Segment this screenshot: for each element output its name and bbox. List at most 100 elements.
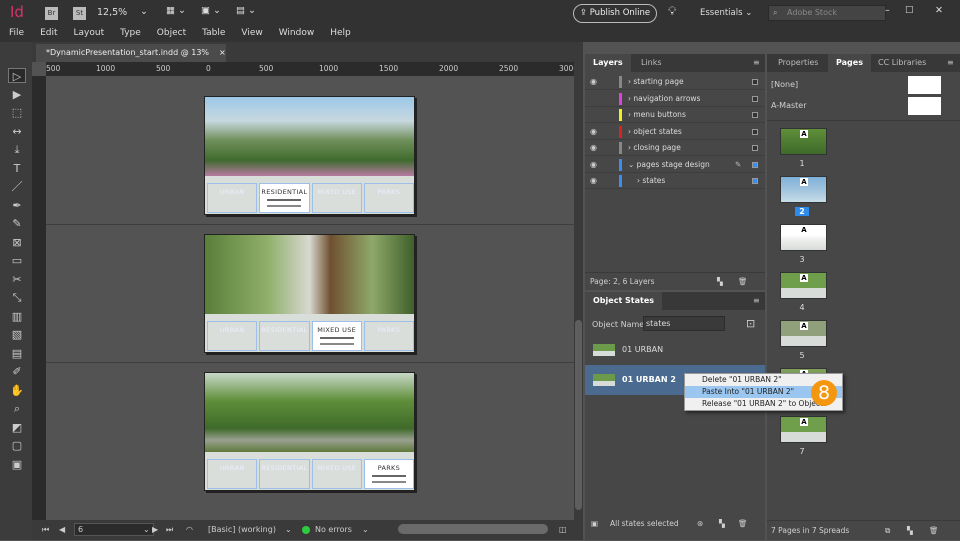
tab-links[interactable]: Links	[633, 54, 670, 72]
page-number[interactable]: 4	[795, 303, 809, 312]
page-tool-icon[interactable]: ⬚	[8, 105, 26, 120]
vertical-scroll-thumb[interactable]	[575, 320, 582, 510]
preview-spread-icon[interactable]: ▣	[591, 514, 598, 534]
chevron-down-icon[interactable]: ⌄	[628, 160, 637, 169]
page-number[interactable]: 5	[795, 351, 809, 360]
view-options-icon[interactable]: ▦ ⌄	[166, 5, 186, 16]
page-thumbnail[interactable]: A	[780, 128, 827, 155]
page-thumbnail[interactable]: A	[780, 224, 827, 251]
last-page-button[interactable]: ⏭	[166, 525, 173, 535]
first-page-button[interactable]: ⏮	[42, 525, 49, 535]
horizontal-scroll-thumb[interactable]	[398, 524, 548, 534]
publish-online-button[interactable]: ⇪ Publish Online	[573, 4, 657, 23]
eye-icon[interactable]: ◉	[590, 157, 597, 173]
menu-button-mixed-use[interactable]: MIXED USE	[311, 183, 362, 213]
gap-tool-icon[interactable]: ↔	[8, 124, 26, 139]
vertical-ruler[interactable]	[32, 76, 46, 520]
selection-tool-icon[interactable]: ▷	[8, 68, 26, 83]
line-tool-icon[interactable]: ／	[8, 179, 26, 194]
menu-button-mixed-use[interactable]: MIXED USE	[311, 459, 362, 489]
screen-mode-icon[interactable]: ▣ ⌄	[201, 5, 221, 16]
menu-button-mixed-use[interactable]: MIXED USE	[311, 321, 362, 351]
new-state-icon[interactable]: ⊛	[697, 514, 703, 534]
close-tab-icon[interactable]: ×	[219, 48, 226, 57]
hand-tool-icon[interactable]: ✋	[8, 383, 26, 398]
menu-window[interactable]: Window	[270, 26, 322, 42]
preflight-status[interactable]: No errors	[315, 525, 352, 534]
master-a-thumb[interactable]	[908, 97, 941, 115]
menu-object[interactable]: Object	[148, 26, 193, 42]
gradient-feather-tool-icon[interactable]: ▧	[8, 327, 26, 342]
tab-layers[interactable]: Layers	[585, 54, 631, 72]
next-page-button[interactable]: ▶	[152, 525, 158, 534]
page-thumbnail[interactable]: A	[780, 320, 827, 347]
tab-cc-libraries[interactable]: CC Libraries	[870, 54, 934, 72]
state-row[interactable]: 01 URBAN	[585, 335, 765, 365]
rectangle-frame-tool-icon[interactable]: ⊠	[8, 235, 26, 250]
rectangle-tool-icon[interactable]: ▭	[8, 253, 26, 268]
free-transform-tool-icon[interactable]: ⤡	[8, 290, 26, 305]
tab-object-states[interactable]: Object States	[585, 292, 663, 310]
panel-menu-icon[interactable]: ≡	[745, 292, 768, 310]
pen-tool-icon[interactable]: ✒	[8, 198, 26, 213]
layer-row[interactable]: ◉ › closing page	[585, 140, 765, 156]
type-tool-icon[interactable]: T	[8, 161, 26, 176]
screen-mode-tool-icon[interactable]: ▣	[8, 457, 26, 472]
adobe-stock-search[interactable]: ⌕ Adobe Stock	[768, 5, 886, 21]
page-number-field[interactable]: 6	[74, 523, 154, 536]
menu-table[interactable]: Table	[193, 26, 232, 42]
page-thumbnail[interactable]: A	[780, 416, 827, 443]
note-tool-icon[interactable]: ▤	[8, 346, 26, 361]
workspace-switcher[interactable]: Essentials ⌄	[700, 8, 752, 18]
style-dropdown-icon[interactable]: ⌄	[285, 525, 292, 534]
document-style[interactable]: [Basic] (working)	[208, 525, 276, 534]
document-tab[interactable]: *DynamicPresentation_start.indd @ 13% ×	[36, 44, 226, 62]
scissors-tool-icon[interactable]: ✂	[8, 272, 26, 287]
eyedropper-tool-icon[interactable]: ✐	[8, 364, 26, 379]
bridge-button[interactable]: Br	[45, 7, 58, 20]
layer-row[interactable]: ◉ › states	[585, 173, 765, 189]
selection-square[interactable]	[752, 161, 758, 168]
page-thumbnail[interactable]: A	[780, 272, 827, 299]
preview-icon[interactable]: ◠	[186, 525, 193, 534]
split-view-icon[interactable]: ◫	[559, 525, 567, 534]
edit-page-size-icon[interactable]: ⧉	[885, 521, 890, 541]
page-thumbnail[interactable]: A	[780, 176, 827, 203]
gradient-swatch-tool-icon[interactable]: ▥	[8, 309, 26, 324]
selection-square[interactable]	[752, 178, 758, 184]
master-none-thumb[interactable]	[908, 76, 941, 94]
menu-button-residential[interactable]: RESIDENTIAL	[259, 183, 310, 213]
selection-square[interactable]	[752, 112, 758, 118]
layer-row[interactable]: › navigation arrows	[585, 91, 765, 107]
trash-icon[interactable]: 🗑︎	[929, 521, 939, 541]
content-collector-tool-icon[interactable]: ⤓	[8, 142, 26, 157]
convert-to-object-icon[interactable]: ⊡	[746, 317, 755, 330]
direct-selection-tool-icon[interactable]: ▶	[8, 87, 26, 102]
fill-stroke-tool-icon[interactable]: ◩	[8, 420, 26, 435]
zoom-level[interactable]: 12,5%	[97, 7, 127, 18]
menu-button-residential[interactable]: RESIDENTIAL	[259, 321, 310, 351]
master-a[interactable]: A-Master	[771, 101, 807, 110]
trash-icon[interactable]: 🗑︎	[738, 273, 748, 291]
zoom-tool-icon[interactable]: ⌕	[8, 401, 26, 416]
selection-square[interactable]	[752, 128, 758, 135]
tab-pages[interactable]: Pages	[828, 54, 871, 72]
prev-page-button[interactable]: ◀	[59, 525, 65, 534]
arrange-documents-icon[interactable]: ▤ ⌄	[236, 5, 256, 16]
layer-row[interactable]: › menu buttons	[585, 107, 765, 123]
mode-tool-icon[interactable]: ▢	[8, 438, 26, 453]
menu-file[interactable]: File	[0, 26, 31, 42]
menu-button-urban[interactable]: URBAN	[207, 183, 258, 213]
document-page[interactable]: URBAN RESIDENTIAL MIXED USE PARKS	[204, 372, 415, 491]
menu-button-parks[interactable]: PARKS	[363, 459, 414, 489]
page-number[interactable]: 2	[795, 207, 809, 216]
page-number[interactable]: 7	[795, 447, 809, 456]
eye-icon[interactable]: ◉	[590, 173, 597, 189]
new-page-icon[interactable]: ▚	[907, 521, 913, 541]
chevron-down-icon[interactable]: ⌄	[140, 6, 148, 17]
eye-icon[interactable]: ◉	[590, 140, 597, 156]
pencil-tool-icon[interactable]: ✎	[8, 216, 26, 231]
duplicate-state-icon[interactable]: ▚	[719, 514, 725, 534]
menu-button-urban[interactable]: URBAN	[207, 459, 258, 489]
document-canvas[interactable]: URBAN RESIDENTIAL MIXED USE PARKS URBAN RESID…	[46, 76, 574, 520]
